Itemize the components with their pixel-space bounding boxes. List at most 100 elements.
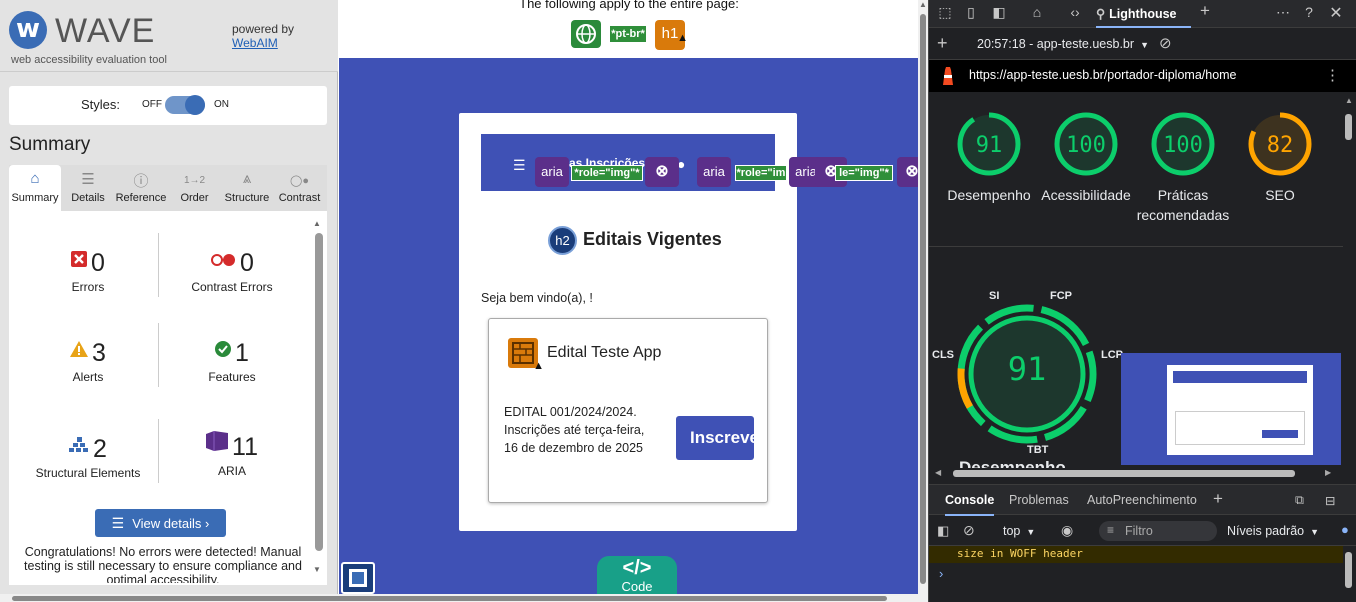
add-icon[interactable]: + bbox=[937, 33, 948, 54]
role-img-tag[interactable]: *role="img"* bbox=[571, 165, 643, 181]
report-vertical-scrollbar[interactable]: ▲ bbox=[1343, 92, 1355, 468]
wave-tagline: web accessibility evaluation tool bbox=[11, 54, 167, 66]
stat-alerts[interactable]: 3 Alerts bbox=[13, 335, 163, 384]
lang-tag[interactable]: *pt-br* bbox=[609, 25, 647, 43]
tab-lighthouse[interactable]: ⚲ Lighthouse bbox=[1096, 0, 1191, 28]
gauge-performance[interactable]: 91 Desempenho bbox=[939, 110, 1039, 205]
metric-cls[interactable]: CLS bbox=[932, 349, 954, 361]
webaim-link[interactable]: WebAIM bbox=[232, 36, 278, 50]
clear-console-icon[interactable]: ⊘ bbox=[963, 522, 975, 539]
stat-errors[interactable]: 0 Errors bbox=[13, 245, 163, 294]
inscrever-button[interactable]: Inscrever bbox=[676, 416, 754, 460]
add-tab-icon[interactable]: + bbox=[1213, 489, 1223, 509]
stat-aria[interactable]: 11 ARIA bbox=[157, 429, 307, 478]
console-scrollbar[interactable] bbox=[1343, 548, 1355, 602]
more-vertical-icon[interactable]: ⋮ bbox=[1325, 66, 1340, 84]
score-gauge: 82 bbox=[1248, 112, 1312, 176]
report-horizontal-scrollbar[interactable]: ◀ ▶ bbox=[929, 468, 1343, 480]
gauge-accessibility[interactable]: 100 Acessibilidade bbox=[1036, 110, 1136, 205]
eye-icon[interactable]: ◉ bbox=[1061, 522, 1073, 539]
view-details-button[interactable]: ☰ View details › bbox=[95, 509, 226, 537]
metric-lcp[interactable]: LCP bbox=[1101, 349, 1123, 361]
clear-icon[interactable]: ⊘ bbox=[1159, 34, 1172, 52]
menu-icon[interactable]: ☰ bbox=[513, 157, 526, 174]
scrollbar-thumb[interactable] bbox=[1345, 114, 1352, 140]
h1-alert-tag[interactable]: h1 ▲ bbox=[655, 20, 688, 50]
stat-features[interactable]: 1 Features bbox=[157, 335, 307, 384]
role-img-tag[interactable]: *role="im bbox=[735, 165, 787, 181]
tab-details[interactable]: ☰ Details bbox=[61, 165, 115, 211]
close-drawer-icon[interactable]: ⊟ bbox=[1325, 493, 1335, 508]
sidebar-toggle-icon[interactable]: ◧ bbox=[937, 523, 949, 539]
tab-console[interactable]: Console bbox=[945, 493, 995, 516]
metric-si[interactable]: SI bbox=[989, 290, 999, 302]
aria-tag[interactable]: aria bbox=[535, 157, 569, 187]
structural-label: Structural Elements bbox=[35, 466, 141, 480]
scrollbar-thumb[interactable] bbox=[920, 14, 926, 584]
error-icon bbox=[71, 245, 88, 274]
gauge-seo[interactable]: 82 SEO bbox=[1230, 110, 1330, 205]
styles-toggle-switch[interactable] bbox=[165, 95, 205, 115]
tab-problems[interactable]: Problemas bbox=[1009, 493, 1069, 507]
context-label: top bbox=[1003, 524, 1021, 538]
performance-title: Desempenho bbox=[959, 458, 1066, 468]
chat-icon[interactable]: ● bbox=[1341, 522, 1349, 537]
page-vertical-scrollbar[interactable]: ▲ bbox=[918, 0, 928, 602]
tab-reference[interactable]: ⓘ Reference bbox=[115, 165, 167, 211]
gauge-best-practices[interactable]: 100 Práticas recomendadas bbox=[1133, 110, 1233, 225]
alerts-label: Alerts bbox=[72, 370, 104, 384]
scrollbar-thumb[interactable] bbox=[953, 470, 1295, 477]
tab-contrast[interactable]: ◯● Contrast bbox=[272, 165, 327, 211]
log-levels-selector[interactable]: Níveis padrão ▼ bbox=[1227, 524, 1319, 538]
home-icon[interactable]: ⌂ bbox=[1027, 4, 1047, 20]
metric-fcp[interactable]: FCP bbox=[1050, 290, 1072, 302]
stat-structural-elements[interactable]: 2 Structural Elements bbox=[13, 431, 163, 480]
elements-icon[interactable]: ‹› bbox=[1065, 4, 1085, 20]
tab-label: Contrast bbox=[278, 192, 321, 204]
console-prompt[interactable]: › bbox=[939, 566, 943, 581]
alerts-count: 3 bbox=[92, 339, 106, 367]
help-icon[interactable]: ? bbox=[1299, 4, 1319, 20]
tab-structure[interactable]: ⩓ Structure bbox=[222, 165, 272, 211]
page-title: Editais Vigentes bbox=[583, 229, 722, 250]
tab-autofill[interactable]: AutoPreenchimento bbox=[1087, 493, 1197, 507]
edital-description: EDITAL 001/2024/2024. Inscrições até ter… bbox=[504, 405, 645, 455]
language-globe-icon[interactable] bbox=[571, 20, 601, 48]
dock-icon[interactable]: ◧ bbox=[989, 4, 1009, 21]
tab-label: Structure bbox=[224, 192, 270, 204]
metric-tbt[interactable]: TBT bbox=[1027, 444, 1048, 456]
undock-icon[interactable]: ⧉ bbox=[1295, 493, 1304, 508]
image-alert-icon[interactable]: ▲ bbox=[508, 338, 544, 372]
aria-tag[interactable]: aria bbox=[697, 157, 731, 187]
filter-input[interactable]: ≡ Filtro bbox=[1099, 521, 1217, 541]
scroll-down-icon: ▼ bbox=[313, 565, 321, 574]
thumbnail-page bbox=[1167, 365, 1313, 455]
add-tab-icon[interactable]: + bbox=[1195, 1, 1215, 21]
role-img-tag[interactable]: le="img"* bbox=[835, 165, 893, 181]
h2-tag[interactable]: h2 bbox=[548, 226, 577, 255]
more-icon[interactable]: ⋯ bbox=[1273, 4, 1293, 21]
inspect-icon[interactable]: ⬚ bbox=[935, 4, 955, 21]
aria-hidden-icon[interactable]: ⊗ bbox=[645, 157, 679, 187]
wave-scrollbar[interactable]: ▲ ▼ bbox=[313, 219, 323, 579]
drawer-tabbar: Console Problemas AutoPreenchimento + ⧉ … bbox=[929, 484, 1356, 516]
tab-summary[interactable]: ⌂ Summary bbox=[9, 165, 61, 211]
errors-label: Errors bbox=[71, 280, 105, 294]
tab-order[interactable]: 1→2 Order bbox=[167, 165, 222, 211]
scrollbar-thumb[interactable] bbox=[1345, 552, 1352, 588]
scrollbar-thumb[interactable] bbox=[315, 233, 323, 551]
alert-icon: ▲ bbox=[677, 32, 688, 44]
report-selector[interactable]: 20:57:18 - app-teste.uesb.br ▼ bbox=[977, 37, 1149, 51]
stat-contrast-errors[interactable]: 0 Contrast Errors bbox=[157, 245, 307, 294]
device-toolbar-icon[interactable]: ▯ bbox=[961, 4, 981, 21]
wave-panel-icon[interactable] bbox=[341, 562, 375, 594]
context-selector[interactable]: top ▼ bbox=[1003, 524, 1035, 538]
close-icon[interactable]: ✕ bbox=[1326, 3, 1346, 23]
gauge-label: Acessibilidade bbox=[1041, 187, 1131, 203]
page-viewport: The following apply to the entire page: … bbox=[0, 0, 927, 602]
scroll-up-icon: ▲ bbox=[1345, 96, 1353, 105]
scrollbar-thumb[interactable] bbox=[12, 596, 887, 601]
summary-heading: Summary bbox=[9, 134, 91, 155]
page-screenshot-thumbnail[interactable] bbox=[1121, 353, 1341, 465]
page-horizontal-scrollbar[interactable] bbox=[0, 594, 918, 602]
